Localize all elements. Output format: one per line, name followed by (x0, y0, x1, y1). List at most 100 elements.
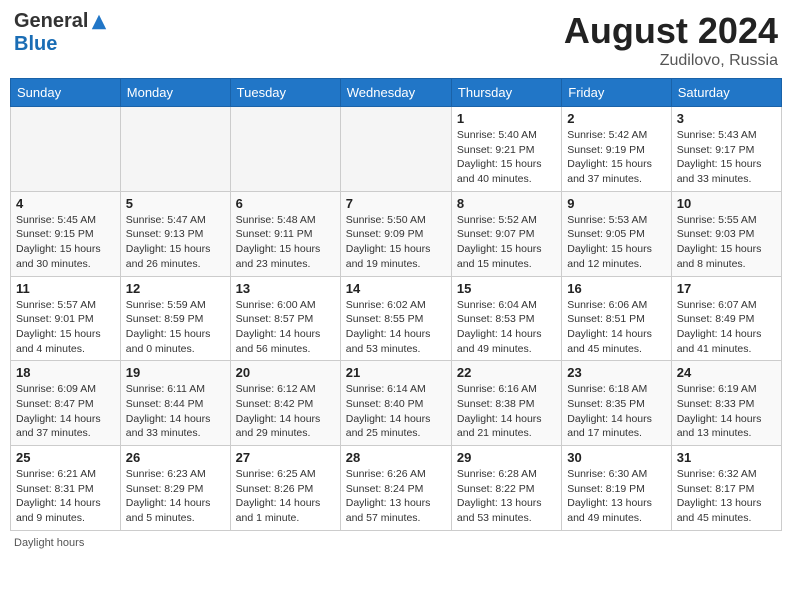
table-row: 16 Sunrise: 6:06 AM Sunset: 8:51 PM Dayli… (562, 276, 671, 361)
day-number: 7 (346, 196, 446, 211)
table-row: 7 Sunrise: 5:50 AM Sunset: 9:09 PM Daylig… (340, 191, 451, 276)
table-row: 29 Sunrise: 6:28 AM Sunset: 8:22 PM Dayli… (451, 446, 561, 531)
day-info: Sunrise: 6:32 AM Sunset: 8:17 PM Dayligh… (677, 467, 776, 526)
col-sunday: Sunday (11, 79, 121, 107)
title-section: August 2024 Zudilovo, Russia (564, 10, 778, 70)
day-number: 8 (457, 196, 556, 211)
day-info: Sunrise: 6:04 AM Sunset: 8:53 PM Dayligh… (457, 298, 556, 357)
calendar-week-5: 25 Sunrise: 6:21 AM Sunset: 8:31 PM Dayli… (11, 446, 782, 531)
day-info: Sunrise: 5:59 AM Sunset: 8:59 PM Dayligh… (126, 298, 225, 357)
table-row: 11Sunrise: 5:57 AM Sunset: 9:01 PM Dayli… (11, 276, 121, 361)
table-row: 5 Sunrise: 5:47 AM Sunset: 9:13 PM Daylig… (120, 191, 230, 276)
logo-blue-text: Blue (14, 33, 57, 56)
col-wednesday: Wednesday (340, 79, 451, 107)
day-info: Sunrise: 6:12 AM Sunset: 8:42 PM Dayligh… (236, 382, 335, 441)
col-saturday: Saturday (671, 79, 781, 107)
table-row: 15 Sunrise: 6:04 AM Sunset: 8:53 PM Dayli… (451, 276, 561, 361)
table-row: 12 Sunrise: 5:59 AM Sunset: 8:59 PM Dayli… (120, 276, 230, 361)
day-number: 30 (567, 450, 665, 465)
table-row: 18Sunrise: 6:09 AM Sunset: 8:47 PM Dayli… (11, 361, 121, 446)
day-number: 29 (457, 450, 556, 465)
day-number: 21 (346, 365, 446, 380)
table-row: 10 Sunrise: 5:55 AM Sunset: 9:03 PM Dayli… (671, 191, 781, 276)
day-number: 24 (677, 365, 776, 380)
calendar-week-1: 1 Sunrise: 5:40 AM Sunset: 9:21 PM Daylig… (11, 107, 782, 192)
day-number: 22 (457, 365, 556, 380)
day-info: Sunrise: 5:45 AM Sunset: 9:15 PM Dayligh… (16, 213, 115, 272)
table-row: 27 Sunrise: 6:25 AM Sunset: 8:26 PM Dayli… (230, 446, 340, 531)
table-row (120, 107, 230, 192)
col-thursday: Thursday (451, 79, 561, 107)
day-info: Sunrise: 6:26 AM Sunset: 8:24 PM Dayligh… (346, 467, 446, 526)
day-info: Sunrise: 5:48 AM Sunset: 9:11 PM Dayligh… (236, 213, 335, 272)
table-row: 28 Sunrise: 6:26 AM Sunset: 8:24 PM Dayli… (340, 446, 451, 531)
day-number: 12 (126, 281, 225, 296)
table-row: 23Sunrise: 6:18 AM Sunset: 8:35 PM Dayli… (562, 361, 671, 446)
calendar-table: Sunday Monday Tuesday Wednesday Thursday… (10, 78, 782, 531)
month-year-title: August 2024 (564, 10, 778, 52)
day-info: Sunrise: 6:28 AM Sunset: 8:22 PM Dayligh… (457, 467, 556, 526)
day-info: Sunrise: 6:19 AM Sunset: 8:33 PM Dayligh… (677, 382, 776, 441)
day-number: 13 (236, 281, 335, 296)
calendar-week-2: 4 Sunrise: 5:45 AM Sunset: 9:15 PM Daylig… (11, 191, 782, 276)
table-row: 20 Sunrise: 6:12 AM Sunset: 8:42 PM Dayli… (230, 361, 340, 446)
col-monday: Monday (120, 79, 230, 107)
day-number: 27 (236, 450, 335, 465)
day-info: Sunrise: 6:09 AM Sunset: 8:47 PM Dayligh… (16, 382, 115, 441)
table-row: 22 Sunrise: 6:16 AM Sunset: 8:38 PM Dayli… (451, 361, 561, 446)
day-number: 10 (677, 196, 776, 211)
col-tuesday: Tuesday (230, 79, 340, 107)
day-number: 28 (346, 450, 446, 465)
table-row: 8 Sunrise: 5:52 AM Sunset: 9:07 PM Daylig… (451, 191, 561, 276)
day-info: Sunrise: 6:00 AM Sunset: 8:57 PM Dayligh… (236, 298, 335, 357)
day-info: Sunrise: 6:11 AM Sunset: 8:44 PM Dayligh… (126, 382, 225, 441)
day-number: 1 (457, 111, 556, 126)
day-info: Sunrise: 5:55 AM Sunset: 9:03 PM Dayligh… (677, 213, 776, 272)
day-info: Sunrise: 5:50 AM Sunset: 9:09 PM Dayligh… (346, 213, 446, 272)
location-subtitle: Zudilovo, Russia (564, 52, 778, 70)
calendar-week-4: 18Sunrise: 6:09 AM Sunset: 8:47 PM Dayli… (11, 361, 782, 446)
table-row: 19 Sunrise: 6:11 AM Sunset: 8:44 PM Dayli… (120, 361, 230, 446)
day-info: Sunrise: 5:47 AM Sunset: 9:13 PM Dayligh… (126, 213, 225, 272)
logo: General Blue (14, 10, 108, 56)
table-row (11, 107, 121, 192)
day-number: 16 (567, 281, 665, 296)
day-info: Sunrise: 5:52 AM Sunset: 9:07 PM Dayligh… (457, 213, 556, 272)
day-info: Sunrise: 5:40 AM Sunset: 9:21 PM Dayligh… (457, 128, 556, 187)
table-row: 24 Sunrise: 6:19 AM Sunset: 8:33 PM Dayli… (671, 361, 781, 446)
day-number: 4 (16, 196, 115, 211)
table-row: 9Sunrise: 5:53 AM Sunset: 9:05 PM Daylig… (562, 191, 671, 276)
day-info: Sunrise: 6:16 AM Sunset: 8:38 PM Dayligh… (457, 382, 556, 441)
day-number: 5 (126, 196, 225, 211)
table-row: 13 Sunrise: 6:00 AM Sunset: 8:57 PM Dayli… (230, 276, 340, 361)
header: General Blue August 2024 Zudilovo, Russi… (10, 10, 782, 70)
table-row: 4 Sunrise: 5:45 AM Sunset: 9:15 PM Daylig… (11, 191, 121, 276)
day-info: Sunrise: 5:43 AM Sunset: 9:17 PM Dayligh… (677, 128, 776, 187)
day-info: Sunrise: 6:21 AM Sunset: 8:31 PM Dayligh… (16, 467, 115, 526)
day-number: 23 (567, 365, 665, 380)
day-number: 19 (126, 365, 225, 380)
table-row: 2 Sunrise: 5:42 AM Sunset: 9:19 PM Daylig… (562, 107, 671, 192)
day-info: Sunrise: 6:02 AM Sunset: 8:55 PM Dayligh… (346, 298, 446, 357)
table-row: 30Sunrise: 6:30 AM Sunset: 8:19 PM Dayli… (562, 446, 671, 531)
table-row: 17Sunrise: 6:07 AM Sunset: 8:49 PM Dayli… (671, 276, 781, 361)
day-info: Sunrise: 6:25 AM Sunset: 8:26 PM Dayligh… (236, 467, 335, 526)
table-row: 25 Sunrise: 6:21 AM Sunset: 8:31 PM Dayli… (11, 446, 121, 531)
day-number: 31 (677, 450, 776, 465)
day-info: Sunrise: 5:42 AM Sunset: 9:19 PM Dayligh… (567, 128, 665, 187)
col-friday: Friday (562, 79, 671, 107)
table-row: 3Sunrise: 5:43 AM Sunset: 9:17 PM Daylig… (671, 107, 781, 192)
day-info: Sunrise: 5:53 AM Sunset: 9:05 PM Dayligh… (567, 213, 665, 272)
table-row: 6Sunrise: 5:48 AM Sunset: 9:11 PM Daylig… (230, 191, 340, 276)
calendar-header-row: Sunday Monday Tuesday Wednesday Thursday… (11, 79, 782, 107)
table-row (340, 107, 451, 192)
table-row: 21Sunrise: 6:14 AM Sunset: 8:40 PM Dayli… (340, 361, 451, 446)
calendar-week-3: 11Sunrise: 5:57 AM Sunset: 9:01 PM Dayli… (11, 276, 782, 361)
day-number: 25 (16, 450, 115, 465)
day-number: 26 (126, 450, 225, 465)
day-number: 20 (236, 365, 335, 380)
day-info: Sunrise: 6:06 AM Sunset: 8:51 PM Dayligh… (567, 298, 665, 357)
day-number: 15 (457, 281, 556, 296)
day-number: 2 (567, 111, 665, 126)
day-info: Sunrise: 5:57 AM Sunset: 9:01 PM Dayligh… (16, 298, 115, 357)
